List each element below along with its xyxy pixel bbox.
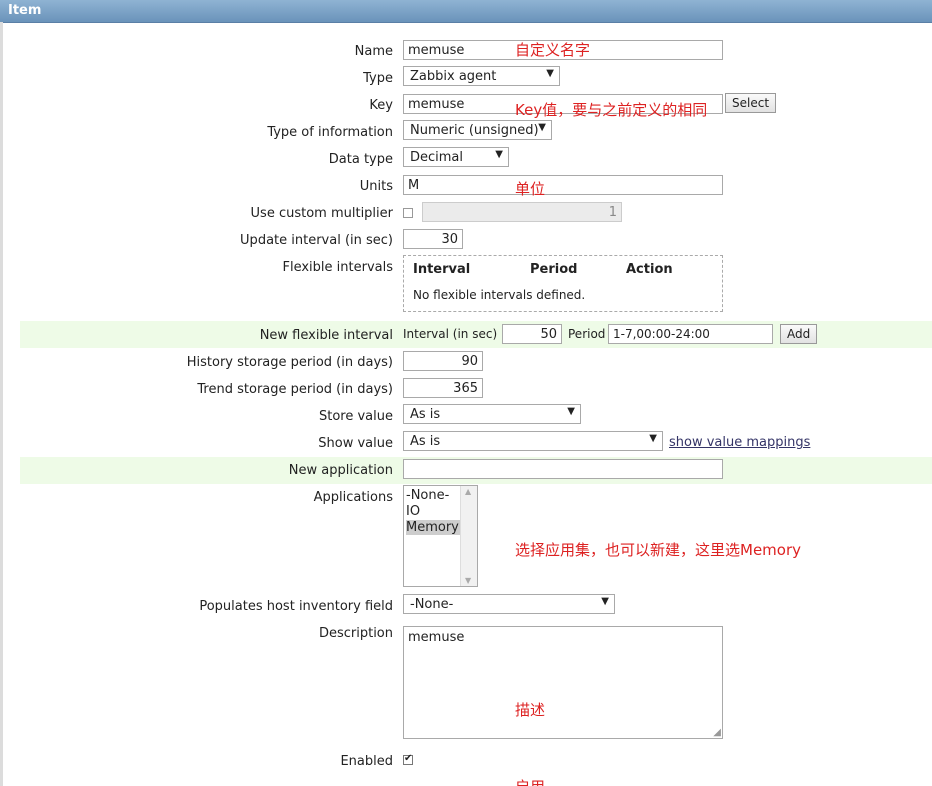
chevron-down-icon: ▼ [567, 406, 575, 417]
left-border [0, 22, 3, 786]
description-annotation: 描述 [515, 701, 546, 719]
item-header: Item [0, 0, 932, 23]
new-flexible-interval-label: New flexible interval [259, 328, 393, 343]
chevron-down-icon: ▼ [495, 149, 503, 160]
key-label: Key [369, 98, 393, 113]
name-annotation: 自定义名字 [515, 41, 591, 59]
history-input[interactable]: 90 [403, 351, 483, 371]
type-of-information-value: Numeric (unsigned) [410, 123, 539, 138]
show-value-label: Show value [318, 436, 393, 451]
list-item[interactable]: -None- [406, 488, 449, 503]
chevron-down-icon: ▼ [538, 122, 546, 133]
flexible-intervals-label: Flexible intervals [282, 260, 394, 275]
store-value-label: Store value [318, 409, 393, 424]
header-title: Item [8, 3, 42, 18]
resize-handle-icon[interactable]: ◢ [713, 727, 721, 738]
update-interval-input[interactable]: 30 [403, 229, 463, 249]
inventory-select[interactable]: -None- ▼ [403, 594, 615, 614]
flexible-intervals-table: Interval Period Action No flexible inter… [403, 255, 723, 312]
add-interval-button[interactable]: Add [780, 324, 818, 344]
scroll-up-icon[interactable]: ▲ [465, 487, 471, 496]
show-value-value: As is [410, 434, 441, 449]
enabled-annotation: 启用 [515, 776, 545, 786]
units-label: Units [359, 179, 393, 194]
list-item[interactable]: IO [406, 504, 420, 519]
units-input[interactable]: M [403, 175, 723, 195]
new-application-label: New application [288, 463, 393, 478]
new-application-input[interactable] [403, 459, 723, 479]
list-item-selected[interactable]: Memory [406, 520, 461, 535]
period-label: Period [568, 327, 606, 341]
data-type-value: Decimal [410, 150, 464, 165]
column-header-action: Action [626, 262, 673, 277]
history-label: History storage period (in days) [186, 355, 393, 370]
custom-multiplier-checkbox[interactable] [403, 208, 413, 218]
chevron-down-icon: ▼ [649, 433, 657, 444]
name-label: Name [354, 44, 393, 59]
show-value-mappings-link[interactable]: show value mappings [669, 435, 810, 450]
units-annotation: 单位 [515, 180, 546, 198]
flexible-intervals-empty: No flexible intervals defined. [413, 288, 586, 302]
applications-label: Applications [313, 490, 393, 505]
trend-label: Trend storage period (in days) [197, 382, 393, 397]
inventory-label: Populates host inventory field [199, 599, 393, 614]
type-select-value: Zabbix agent [410, 69, 497, 84]
update-interval-label: Update interval (in sec) [240, 233, 393, 248]
new-interval-input[interactable]: 50 [502, 324, 562, 344]
enabled-label: Enabled [340, 754, 393, 769]
custom-multiplier-label: Use custom multiplier [250, 206, 393, 221]
check-icon: ✔ [404, 753, 413, 764]
chevron-down-icon: ▼ [546, 68, 554, 79]
applications-annotation: 选择应用集，也可以新建，这里选Memory [515, 541, 802, 559]
column-header-interval: Interval [413, 262, 471, 277]
key-select-button[interactable]: Select [725, 93, 777, 113]
column-header-period: Period [530, 262, 578, 277]
scroll-down-icon[interactable]: ▼ [465, 576, 471, 585]
applications-scrollbar[interactable]: ▲ ▼ [460, 486, 477, 586]
key-annotation: Key值，要与之前定义的相同 [515, 101, 708, 119]
type-of-information-select[interactable]: Numeric (unsigned) ▼ [403, 120, 552, 140]
type-select[interactable]: Zabbix agent ▼ [403, 66, 560, 86]
chevron-down-icon: ▼ [601, 596, 609, 607]
store-value-value: As is [410, 407, 441, 422]
interval-in-sec-label: Interval (in sec) [403, 327, 498, 341]
enabled-checkbox[interactable]: ✔ [403, 753, 413, 765]
data-type-label: Data type [328, 152, 393, 167]
type-of-information-label: Type of information [267, 125, 393, 140]
description-value: memuse [408, 630, 465, 645]
data-type-select[interactable]: Decimal ▼ [403, 147, 509, 167]
new-period-input[interactable]: 1-7,00:00-24:00 [608, 324, 773, 344]
trend-input[interactable]: 365 [403, 378, 483, 398]
description-label: Description [318, 626, 393, 641]
show-value-select[interactable]: As is ▼ [403, 431, 663, 451]
type-label: Type [363, 71, 393, 86]
applications-listbox[interactable]: -None- IO Memory ▲ ▼ [403, 485, 478, 587]
inventory-value: -None- [410, 597, 454, 612]
store-value-select[interactable]: As is ▼ [403, 404, 581, 424]
custom-multiplier-input: 1 [422, 202, 622, 222]
description-textarea[interactable]: memuse ◢ [403, 626, 723, 739]
